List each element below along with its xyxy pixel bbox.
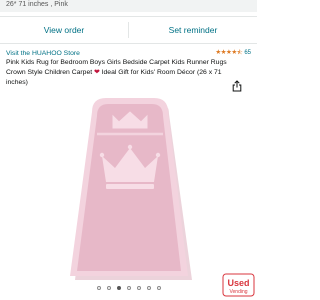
order-actions: View order Set reminder	[0, 16, 257, 44]
carousel-dot[interactable]	[126, 286, 131, 290]
carousel-dot[interactable]	[136, 286, 141, 290]
rating-stars: ★★★★⯪	[215, 48, 243, 56]
variant-strip: 26* 71 inches , Pink	[0, 0, 257, 12]
heart-icon: ❤	[94, 69, 100, 76]
rating-count: 65	[244, 50, 251, 56]
set-reminder-button[interactable]: Set reminder	[129, 17, 257, 43]
carousel-dot[interactable]	[116, 286, 121, 290]
carousel-dot[interactable]	[106, 286, 111, 290]
store-row: Visit the HUAHOO Store ★★★★⯪ 65	[6, 48, 251, 58]
view-order-button[interactable]: View order	[0, 17, 128, 43]
product-title: Pink Kids Rug for Bedroom Boys Girls Bed…	[6, 58, 228, 88]
watermark-subtext: Vending	[229, 289, 247, 295]
visit-store-link[interactable]: Visit the HUAHOO Store	[6, 50, 80, 57]
carousel-dot[interactable]	[156, 286, 161, 290]
watermark-text: Used	[227, 278, 249, 288]
variant-text: 26* 71 inches , Pink	[6, 1, 68, 8]
product-image[interactable]	[0, 90, 257, 280]
carousel-dot[interactable]	[96, 286, 101, 290]
rating[interactable]: ★★★★⯪ 65	[215, 48, 251, 59]
carousel-dot[interactable]	[146, 286, 151, 290]
image-carousel-dots[interactable]	[0, 286, 257, 292]
used-vending-watermark: Used Vending	[222, 273, 255, 297]
